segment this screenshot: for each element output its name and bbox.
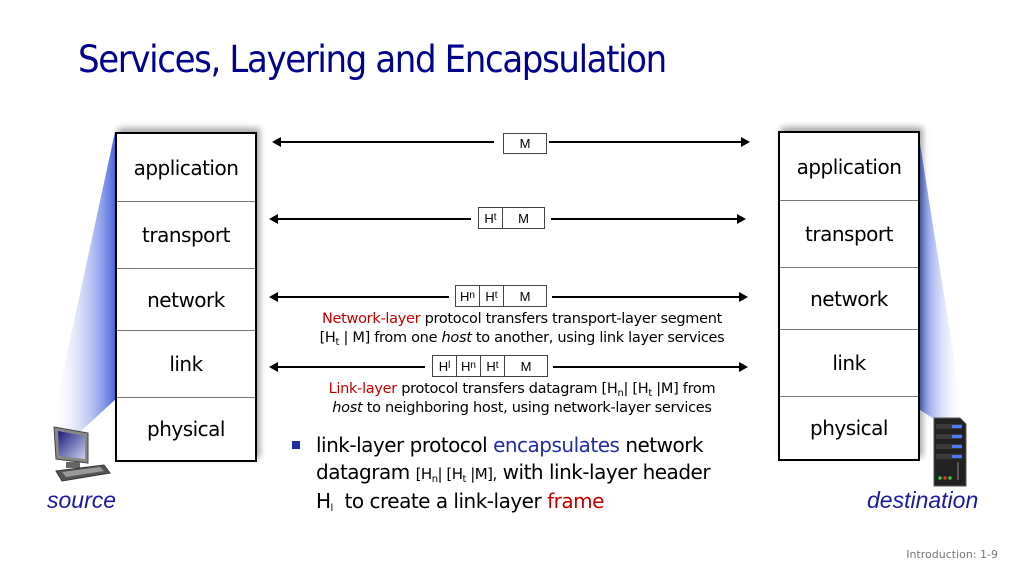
packet-field-hn: Hn [456,286,480,306]
source-layer-physical: physical [147,417,226,441]
network-layer-description: Network-layer protocol transfers transpo… [287,310,757,348]
transport-arrow-left [269,214,471,224]
application-arrow-right [549,137,750,147]
packet-field-m: M [518,210,529,226]
link-desc-text: protocol transfers datagram [H [396,381,618,397]
destination-layer-link: link [780,330,918,397]
source-layer-application: application [117,134,255,202]
packet-field-m: M [519,288,531,304]
frame-highlight: frame [547,489,604,513]
encapsulation-bullet: link-layer protocol encapsulates network… [292,432,711,515]
hn-label: H [461,358,471,374]
network-desc-line1: protocol transfers transport-layer segme… [420,311,723,327]
ht-label: H [486,358,496,374]
packet-field-ht: Ht [480,286,504,306]
source-label: source [47,487,117,513]
network-desc-text: | M] from one [339,330,442,346]
source-layer-network: network [117,269,255,331]
server-icon [933,417,967,487]
bullet-text: with link-layer header [496,460,711,484]
destination-label: destination [867,487,979,513]
network-desc-italic: host [441,330,472,346]
destination-layer-application: application [780,133,918,201]
packet-field-hl: Hl [433,356,457,376]
network-arrow-left [269,292,449,302]
destination-protocol-stack: application transport network link physi… [778,131,920,461]
link-desc-text: |M] from [652,381,716,397]
bullet-text: datagram [316,460,416,484]
bullet-text-small: [H [415,465,433,483]
network-layer-highlight: Network-layer [322,311,421,327]
bullet-line-3: Hl to create a link-layer frame [316,488,710,515]
packet-field-ht: Ht [479,208,503,228]
bullet-text: network [619,433,704,457]
slide-footer: Introduction: 1-9 [906,548,998,561]
packet-field-hn: Hn [457,356,481,376]
packet-field-m: M [519,136,531,151]
application-arrow-left [272,137,494,147]
application-message-packet: M [503,133,547,154]
source-layer-transport: transport [117,202,255,269]
destination-layer-network: network [780,268,918,330]
packet-field-m: M [520,358,532,374]
bullet-text: link-layer protocol [316,433,494,457]
bullet-line-1: link-layer protocol encapsulates network [316,432,710,459]
link-desc-text: | [H [623,381,649,397]
destination-fan-decoration [914,131,964,421]
link-desc-text: to neighboring host, using network-layer… [362,400,712,416]
bullet-text: H [316,489,331,513]
source-layer-link: link [117,331,255,398]
network-desc-text: to another, using link layer services [471,330,725,346]
link-desc-italic: host [332,400,363,416]
source-protocol-stack: application transport network link physi… [115,132,257,462]
encapsulates-highlight: encapsulates [493,433,620,457]
link-arrow-left [269,362,425,372]
ht-label: H [485,288,495,304]
network-datagram-packet: Hn Ht M [455,285,547,307]
bullet-text-small: | [H [437,465,463,483]
network-arrow-right [552,292,748,302]
link-layer-highlight: Link-layer [328,381,398,397]
bullet-text: to create a link-layer [332,489,548,513]
ht-label: H [484,210,494,226]
transport-segment-packet: Ht M [478,207,545,229]
network-desc-text: [H [319,330,336,346]
destination-layer-transport: transport [780,201,918,268]
packet-field-ht: Ht [481,356,505,376]
bullet-text-small: |M], [465,465,497,483]
transport-arrow-right [551,214,746,224]
slide-title: Services, Layering and Encapsulation [78,38,667,81]
source-fan-decoration [50,132,118,432]
link-arrow-right [553,362,748,372]
desktop-computer-icon [53,426,111,482]
link-layer-description: Link-layer protocol transfers datagram [… [287,380,757,418]
bullet-line-2: datagram [Hn| [Ht |M], with link-layer h… [316,459,711,488]
bullet-square-icon [292,441,300,449]
hn-label: H [460,288,470,304]
link-frame-packet: Hl Hn Ht M [432,355,548,377]
hl-label: H [438,358,449,374]
destination-layer-physical: physical [810,416,889,440]
